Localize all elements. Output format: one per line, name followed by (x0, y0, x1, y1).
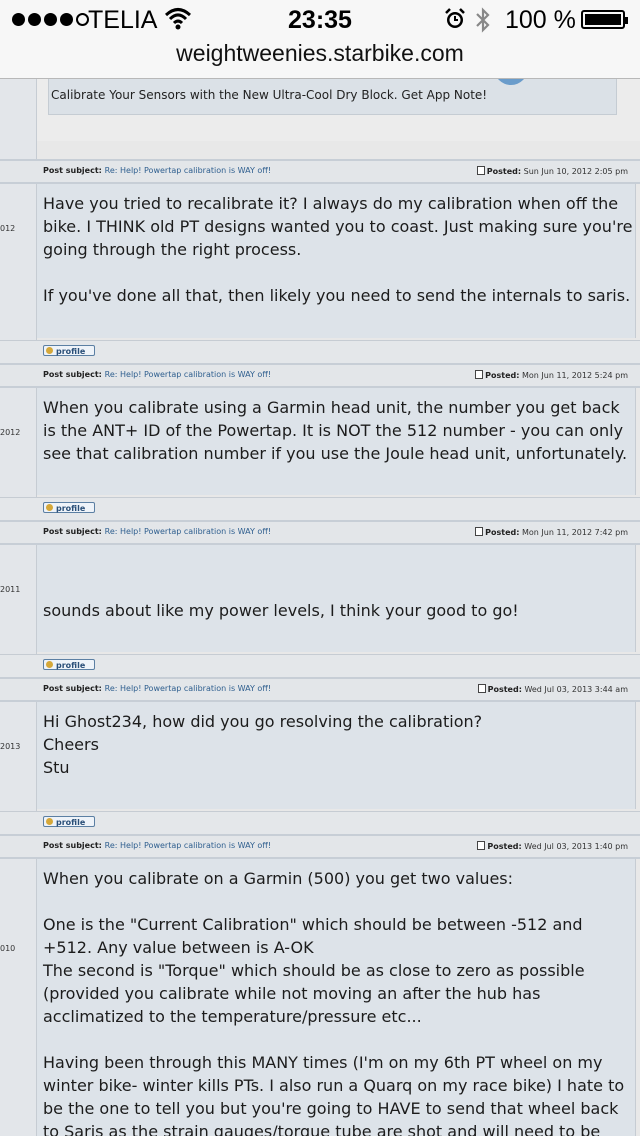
post-subject-link[interactable]: Re: Help! Powertap calibration is WAY of… (105, 166, 271, 175)
posted-label: Posted: (487, 685, 522, 694)
battery-icon (581, 10, 628, 29)
post-header: Post subject: Re: Help! Powertap calibra… (0, 834, 640, 859)
battery-percent: 100 % (505, 6, 576, 34)
post-header: Post subject: Re: Help! Powertap calibra… (0, 677, 640, 702)
user-icon (46, 347, 53, 354)
url-text[interactable]: weightweenies.starbike.com (176, 40, 464, 66)
posted-label: Posted: (485, 528, 520, 537)
post-message: When you calibrate using a Garmin head u… (43, 398, 629, 463)
post-date: Sun Jun 10, 2012 2:05 pm (523, 167, 628, 176)
subject-label: Post subject: (43, 527, 102, 536)
user-icon (46, 504, 53, 511)
status-bar: TELIA 23:35 100 % (0, 0, 640, 40)
profile-button[interactable]: profile (43, 816, 95, 827)
subject-label: Post subject: (43, 166, 102, 175)
ad-row: Calibrate Your Sensors with the New Ultr… (37, 79, 640, 141)
profile-button[interactable]: profile (43, 502, 95, 513)
ad-text[interactable]: Calibrate Your Sensors with the New Ultr… (51, 88, 487, 102)
post-icon[interactable] (475, 527, 484, 536)
post-message: When you calibrate on a Garmin (500) you… (43, 869, 625, 1136)
post-body: When you calibrate on a Garmin (500) you… (37, 859, 636, 1136)
post-header: Post subject: Re: Help! Powertap calibra… (0, 520, 640, 545)
posted-label: Posted: (486, 167, 522, 176)
post-footer: profile (0, 497, 640, 520)
post-icon[interactable] (477, 684, 486, 693)
author-column (0, 79, 37, 1136)
post-footer: profile (0, 654, 640, 677)
ad-logo (494, 79, 528, 85)
subject-label: Post subject: (43, 370, 102, 379)
post-message: Have you tried to recalibrate it? I alwa… (43, 194, 633, 305)
subject-label: Post subject: (43, 841, 102, 850)
alarm-icon (445, 8, 465, 28)
post-icon[interactable] (475, 370, 484, 379)
ad-banner[interactable]: Calibrate Your Sensors with the New Ultr… (48, 79, 617, 115)
post-text: sounds about like my power levels, I thi… (43, 601, 519, 620)
post-body: When you calibrate using a Garmin head u… (37, 388, 636, 495)
forum-thread: Calibrate Your Sensors with the New Ultr… (0, 79, 640, 1136)
post-subject-link[interactable]: Re: Help! Powertap calibration is WAY of… (105, 370, 271, 379)
address-bar[interactable]: weightweenies.starbike.com (0, 40, 640, 79)
post-body: sounds about like my power levels, I thi… (37, 545, 636, 751)
user-icon (46, 818, 53, 825)
post-date: Wed Jul 03, 2013 3:44 am (524, 685, 628, 694)
posted-label: Posted: (487, 842, 522, 851)
post-date: Wed Jul 03, 2013 1:40 pm (524, 842, 628, 851)
post-date: Mon Jun 11, 2012 7:42 pm (522, 528, 628, 537)
post-icon[interactable] (477, 841, 486, 850)
bluetooth-icon (476, 7, 490, 33)
profile-button[interactable]: profile (43, 659, 95, 670)
post-body: Have you tried to recalibrate it? I alwa… (37, 184, 636, 338)
join-date-stub: 010 (0, 944, 16, 953)
post-subject-link[interactable]: Re: Help! Powertap calibration is WAY of… (105, 841, 271, 850)
join-date-stub: 2011 (0, 585, 21, 594)
post-subject-link[interactable]: Re: Help! Powertap calibration is WAY of… (105, 527, 271, 536)
post-header: Post subject: Re: Help! Powertap calibra… (0, 363, 640, 388)
posted-label: Posted: (485, 371, 520, 380)
subject-label: Post subject: (43, 684, 102, 693)
join-date-stub: 2013 (0, 742, 21, 751)
post-icon[interactable] (476, 166, 485, 175)
post-body: Hi Ghost234, how did you go resolving th… (37, 702, 636, 809)
user-icon (46, 661, 53, 668)
post-footer: profile (0, 340, 640, 363)
join-date-stub: 012 (0, 224, 16, 233)
profile-button[interactable]: profile (43, 345, 95, 356)
post-message: Hi Ghost234, how did you go resolving th… (43, 712, 483, 777)
join-date-stub: 2012 (0, 428, 21, 437)
post-subject-link[interactable]: Re: Help! Powertap calibration is WAY of… (105, 684, 271, 693)
post-footer: profile (0, 811, 640, 834)
post-date: Mon Jun 11, 2012 5:24 pm (522, 371, 628, 380)
post-header: Post subject: Re: Help! Powertap calibra… (0, 159, 640, 184)
